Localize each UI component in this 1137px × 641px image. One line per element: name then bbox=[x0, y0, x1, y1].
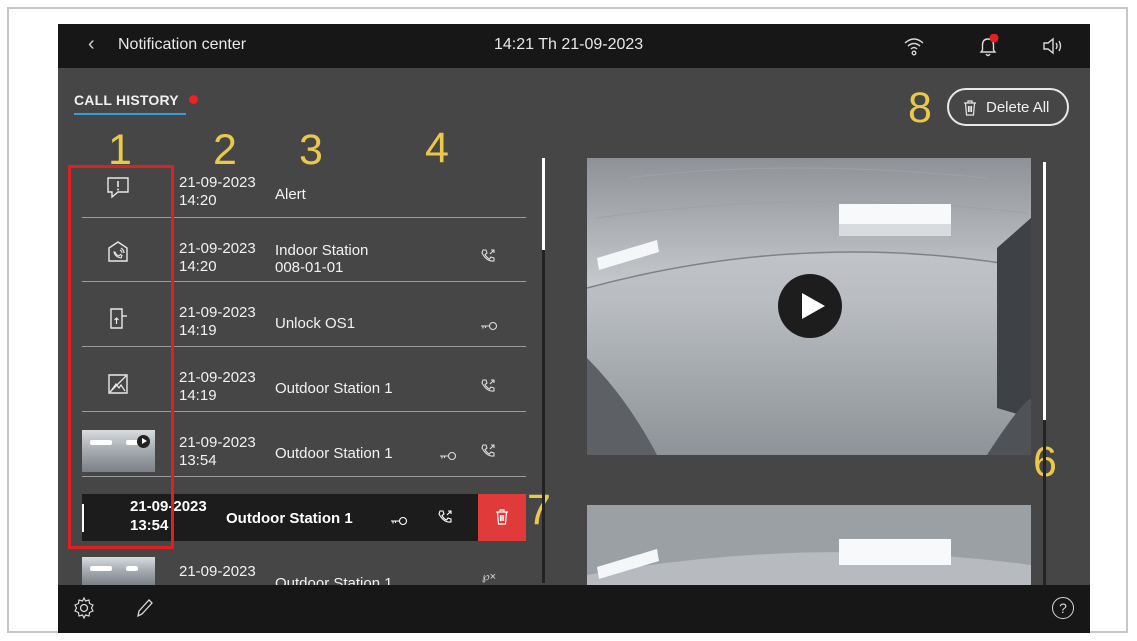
row-name: Outdoor Station 1 bbox=[275, 445, 393, 462]
edit-pencil-icon[interactable] bbox=[134, 597, 154, 624]
icon-column-highlight bbox=[68, 165, 174, 549]
device-screen: ‹ Notification center 14:21 Th 21-09-202… bbox=[58, 24, 1090, 633]
row-name: Outdoor Station 1 bbox=[275, 575, 393, 585]
play-button[interactable] bbox=[778, 274, 842, 338]
help-icon[interactable]: ? bbox=[1052, 597, 1074, 619]
speaker-icon[interactable] bbox=[1041, 34, 1067, 63]
key-icon[interactable] bbox=[480, 318, 498, 336]
wifi-icon[interactable] bbox=[903, 34, 925, 63]
row-time: 14:20 bbox=[179, 258, 217, 275]
row-date: 21-09-2023 bbox=[179, 304, 256, 321]
video-preview-2[interactable] bbox=[587, 505, 1031, 585]
row-name: Alert bbox=[275, 186, 306, 203]
callout-7: 7 bbox=[527, 486, 551, 534]
row-time: 13:54 bbox=[179, 452, 217, 469]
unread-dot bbox=[189, 95, 198, 104]
row-date: 21-09-2023 bbox=[179, 240, 256, 257]
video-thumbnail bbox=[82, 557, 155, 585]
trash-icon bbox=[495, 509, 509, 530]
call-outgoing-icon[interactable] bbox=[480, 378, 496, 399]
call-outgoing-icon[interactable] bbox=[437, 509, 453, 530]
delete-all-label: Delete All bbox=[986, 99, 1050, 116]
row-name: Outdoor Station 1 bbox=[275, 380, 393, 397]
row-name-line2: 008-01-01 bbox=[275, 259, 344, 276]
bottom-bar: ? bbox=[58, 585, 1090, 633]
row-date: 21-09-2023 bbox=[179, 563, 256, 580]
key-icon[interactable] bbox=[439, 448, 457, 466]
delete-all-button[interactable]: Delete All bbox=[947, 88, 1069, 126]
page-title: Notification center bbox=[118, 36, 247, 53]
settings-icon[interactable] bbox=[72, 596, 96, 625]
row-time: 14:19 bbox=[179, 322, 217, 339]
back-icon[interactable]: ‹ bbox=[88, 33, 95, 56]
tab-underline bbox=[74, 113, 186, 115]
row-time: 14:20 bbox=[179, 192, 217, 209]
row-time: 14:19 bbox=[179, 387, 217, 404]
video-preview[interactable] bbox=[587, 158, 1031, 455]
call-outgoing-icon[interactable] bbox=[480, 248, 496, 269]
row-name: Indoor Station bbox=[275, 242, 369, 259]
media-scrollbar[interactable] bbox=[1043, 162, 1046, 587]
top-bar: ‹ Notification center 14:21 Th 21-09-202… bbox=[58, 24, 1090, 68]
list-scrollbar[interactable] bbox=[542, 158, 545, 583]
thumb-light bbox=[90, 566, 112, 571]
clock-datetime: 14:21 Th 21-09-2023 bbox=[494, 36, 644, 53]
callout-8: 8 bbox=[908, 84, 932, 132]
row-date: 21-09-2023 bbox=[179, 369, 256, 386]
call-outgoing-icon[interactable] bbox=[480, 443, 496, 464]
delete-row-button[interactable] bbox=[478, 494, 526, 541]
trash-icon bbox=[963, 100, 977, 120]
video-frame-image bbox=[587, 505, 1031, 585]
row-name: Outdoor Station 1 bbox=[226, 510, 353, 527]
key-icon[interactable] bbox=[390, 513, 408, 531]
thumb-light bbox=[126, 566, 138, 571]
media-scrollbar-thumb[interactable] bbox=[1043, 162, 1046, 420]
row-date: 21-09-2023 bbox=[179, 174, 256, 191]
missed-call-icon[interactable]: ℘× bbox=[482, 570, 496, 583]
row-date: 21-09-2023 bbox=[179, 434, 256, 451]
list-scrollbar-thumb[interactable] bbox=[542, 158, 545, 250]
tab-call-history[interactable]: CALL HISTORY bbox=[74, 92, 179, 108]
row-name: Unlock OS1 bbox=[275, 315, 356, 332]
bell-icon[interactable] bbox=[976, 33, 1002, 65]
